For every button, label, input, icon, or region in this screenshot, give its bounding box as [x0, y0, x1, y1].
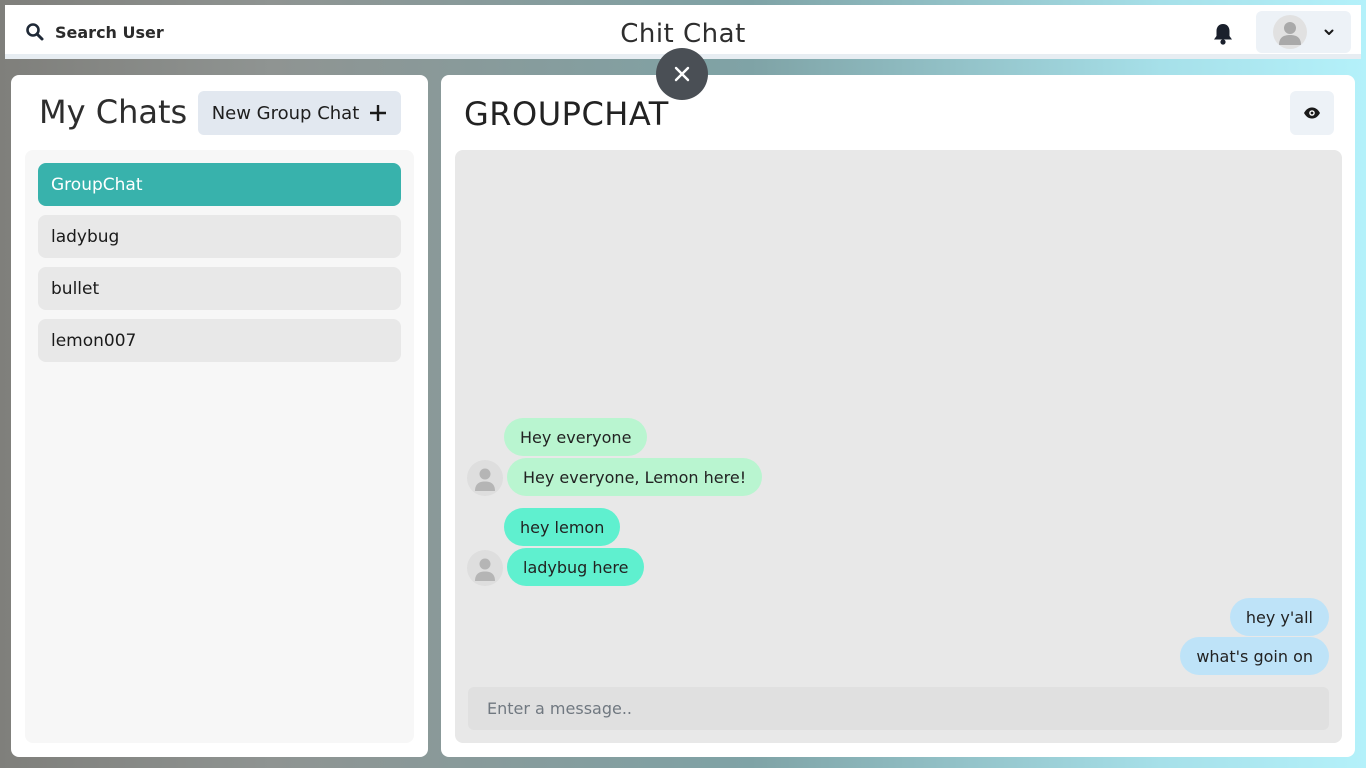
chat-list-item-label: lemon007 — [51, 330, 137, 351]
conversation-title: GROUPCHAT — [464, 95, 669, 133]
chat-list-item-label: ladybug — [51, 226, 120, 247]
my-chats-panel: My Chats New Group Chat GroupChat ladybu… — [11, 75, 428, 757]
message-bubble: Hey everyone — [504, 418, 648, 456]
chat-list-item-bullet[interactable]: bullet — [38, 267, 401, 310]
bell-icon[interactable] — [1212, 22, 1234, 46]
plus-icon — [370, 105, 387, 121]
message-bubble: Hey everyone, Lemon here! — [507, 458, 763, 496]
chat-list-item-label: GroupChat — [51, 174, 143, 195]
messages-area: Hey everyone Hey everyone, Lemon here! h… — [455, 150, 1342, 743]
sender-avatar-icon[interactable] — [467, 550, 503, 586]
message-bubble-self: what's goin on — [1180, 637, 1329, 675]
message-bubble: hey lemon — [504, 508, 621, 546]
new-group-chat-button[interactable]: New Group Chat — [198, 91, 401, 135]
message-bubble-self: hey y'all — [1229, 598, 1329, 636]
close-button[interactable] — [656, 48, 708, 100]
chat-list: GroupChat ladybug bullet lemon007 — [25, 150, 414, 743]
chat-list-item-ladybug[interactable]: ladybug — [38, 215, 401, 258]
avatar-icon — [1273, 15, 1307, 49]
sender-avatar-icon[interactable] — [467, 460, 503, 496]
close-icon — [674, 66, 690, 82]
profile-menu-button[interactable] — [1256, 11, 1351, 53]
my-chats-title: My Chats — [39, 93, 188, 131]
chat-list-item-groupchat[interactable]: GroupChat — [38, 163, 401, 206]
conversation-panel: GROUPCHAT Hey everyone Hey everyone, Lem… — [441, 75, 1355, 757]
view-details-button[interactable] — [1290, 91, 1334, 135]
message-input[interactable] — [468, 687, 1329, 730]
new-group-chat-label: New Group Chat — [211, 102, 360, 124]
eye-icon — [1304, 107, 1320, 119]
message-bubble: ladybug here — [507, 548, 645, 586]
chevron-down-icon — [1324, 29, 1334, 35]
app-title: Chit Chat — [620, 19, 746, 49]
chat-list-item-label: bullet — [51, 278, 100, 299]
chat-list-item-lemon007[interactable]: lemon007 — [38, 319, 401, 362]
